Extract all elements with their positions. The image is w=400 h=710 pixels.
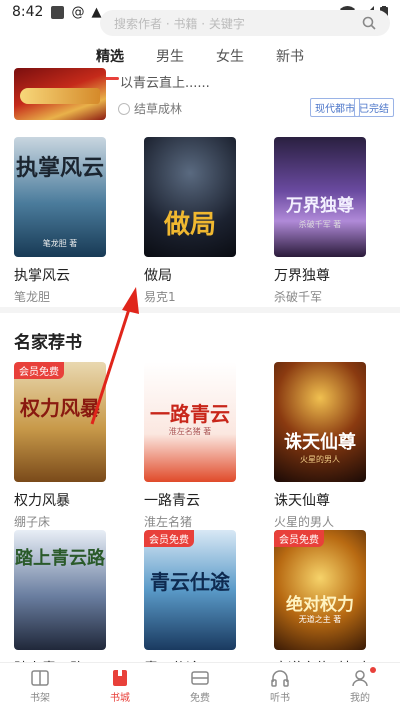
nav-label: 书架 [30, 693, 50, 704]
book-cover[interactable]: 踏上青云路 [14, 530, 106, 650]
book-author: 易克1 [144, 290, 176, 304]
cover-title: 诛天仙尊 [284, 432, 356, 453]
at-sign-icon: @ [71, 4, 85, 20]
book-author: 绷子床 [14, 515, 51, 529]
cover-title: 做局 [163, 210, 216, 240]
cover-author: 淮左名猪 著 [168, 427, 212, 436]
search-icon[interactable] [362, 16, 376, 30]
book-cover[interactable]: 执掌风云 笔龙胆 著 [14, 137, 106, 257]
cover-title: 权力风暴 [20, 396, 100, 420]
bookstore-icon [113, 670, 127, 686]
profile-icon [352, 670, 368, 687]
author-icon [118, 102, 130, 115]
nav-bookstore[interactable]: 书城 [90, 669, 150, 704]
book-card[interactable]: 会员免费 权力风暴 权力风暴 绷子床 [14, 362, 106, 530]
book-author: 杀破千军 [274, 290, 323, 304]
book-cover[interactable]: 一路青云 淮左名猪 著 [144, 362, 236, 482]
book-card[interactable]: 会员免费 绝对权力 无道之主 著 官道之绝对权力 [274, 530, 372, 678]
bookshelf-icon [31, 670, 49, 686]
book-title[interactable]: 做局 [144, 265, 236, 285]
status-tag: 已完结 [354, 98, 394, 117]
member-free-badge: 会员免费 [274, 530, 324, 547]
cover-title: 踏上青云路 [15, 548, 105, 569]
section-divider [0, 307, 400, 313]
cover-author: 火星的男人 [300, 455, 340, 464]
cover-author: 笔龙胆 著 [42, 239, 78, 248]
nav-label: 我的 [350, 693, 370, 704]
book-cover[interactable]: 会员免费 绝对权力 无道之主 著 [274, 530, 366, 650]
nav-bookshelf[interactable]: 书架 [10, 669, 70, 704]
nav-label: 书城 [110, 693, 130, 704]
book-cover[interactable]: 做局 [144, 137, 236, 257]
status-time: 8:42 [12, 4, 44, 20]
book-title[interactable]: 权力风暴 [14, 490, 106, 510]
genre-tag: 现代都市 [310, 98, 360, 117]
featured-book-cover[interactable] [14, 68, 106, 120]
nav-audiobook[interactable]: 听书 [250, 669, 310, 704]
headphones-icon [271, 670, 289, 687]
cover-title: 万界独尊 [286, 196, 354, 216]
member-free-badge: 会员免费 [144, 530, 194, 547]
cover-title: 执掌风云 [15, 155, 104, 181]
nav-free[interactable]: 免费 [170, 669, 230, 704]
book-author: 淮左名猪 [144, 515, 193, 529]
cover-author: 杀破千军 著 [298, 220, 342, 229]
app-notification-icon [51, 5, 65, 19]
book-card[interactable]: 做局 做局 易克1 [144, 137, 236, 305]
book-author: 笔龙胆 [14, 290, 51, 304]
featured-author: 结草成林 [118, 100, 182, 117]
nav-label: 听书 [270, 693, 290, 704]
book-title[interactable]: 万界独尊 [274, 265, 366, 285]
book-cover[interactable]: 会员免费 权力风暴 [14, 362, 106, 482]
book-cover[interactable]: 会员免费 青云仕途 [144, 530, 236, 650]
book-cover[interactable]: 万界独尊 杀破千军 著 [274, 137, 366, 257]
tab-female[interactable]: 女生 [214, 44, 246, 74]
member-free-badge: 会员免费 [14, 362, 64, 379]
book-author: 火星的男人 [274, 515, 335, 529]
section-title: 名家荐书 [14, 333, 82, 353]
tab-male[interactable]: 男生 [154, 44, 186, 74]
book-card[interactable]: 一路青云 淮左名猪 著 一路青云 淮左名猪 [144, 362, 236, 530]
book-cover[interactable]: 诛天仙尊 火星的男人 [274, 362, 366, 482]
book-card[interactable]: 执掌风云 笔龙胆 著 执掌风云 笔龙胆 [14, 137, 106, 305]
book-title[interactable]: 诛天仙尊 [274, 490, 366, 510]
book-card[interactable]: 踏上青云路 踏上青云路 [14, 530, 106, 678]
book-card[interactable]: 诛天仙尊 火星的男人 诛天仙尊 火星的男人 [274, 362, 366, 530]
free-icon [191, 671, 209, 685]
book-card[interactable]: 会员免费 青云仕途 青云仕途 [144, 530, 236, 678]
book-card[interactable]: 万界独尊 杀破千军 著 万界独尊 杀破千军 [274, 137, 366, 305]
book-title[interactable]: 执掌风云 [14, 265, 106, 285]
bottom-nav: 书架 书城 免费 听书 我的 [0, 662, 400, 710]
tab-new-books[interactable]: 新书 [274, 44, 306, 74]
cover-title: 青云仕途 [150, 570, 230, 594]
nav-profile[interactable]: 我的 [330, 667, 390, 704]
featured-author-name: 结草成林 [134, 102, 183, 116]
cover-author: 无道之主 著 [298, 615, 342, 624]
nav-label: 免费 [190, 693, 210, 704]
cover-title: 绝对权力 [286, 595, 354, 615]
book-title[interactable]: 一路青云 [144, 490, 236, 510]
cover-title: 一路青云 [150, 402, 230, 426]
search-input[interactable]: 搜索作者 · 书籍 · 关键字 [114, 15, 362, 32]
notification-dot [370, 667, 376, 673]
featured-description: 以青云直上...... [120, 76, 210, 91]
search-bar[interactable]: 搜索作者 · 书籍 · 关键字 [100, 10, 390, 36]
